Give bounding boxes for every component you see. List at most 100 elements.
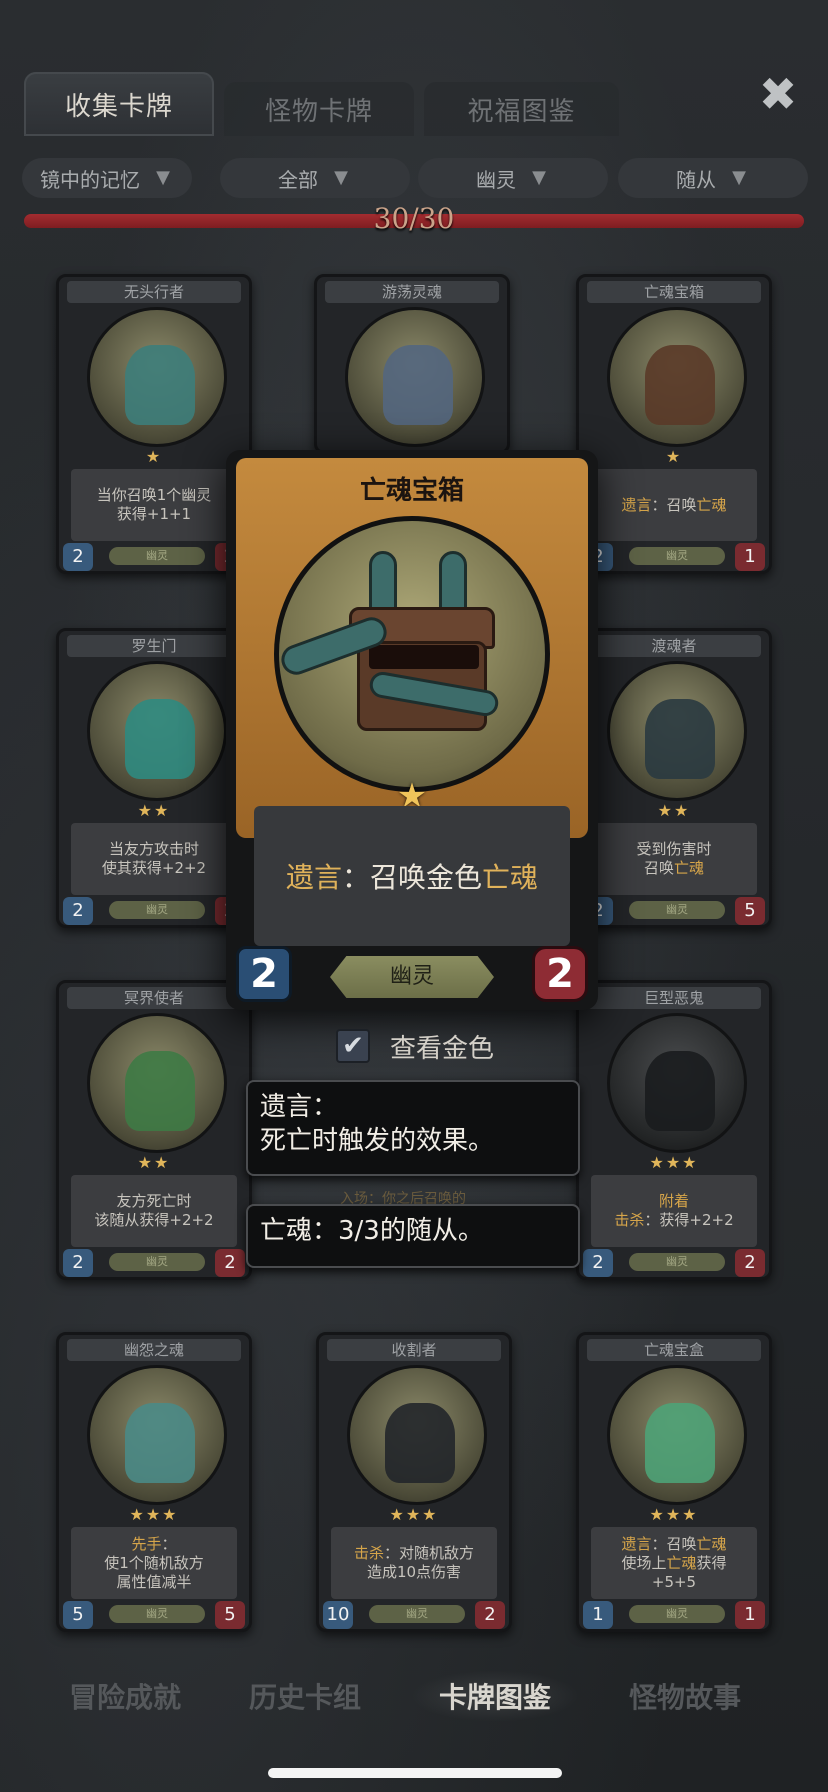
card-name: 巨型恶鬼 — [643, 989, 704, 1007]
tab-monster-cards[interactable]: 怪物卡牌 — [224, 82, 414, 136]
card-attack: 2 — [583, 1249, 613, 1277]
card-name: 渡魂者 — [651, 637, 697, 655]
card-health: 1 — [735, 543, 765, 571]
card-name: 罗生门 — [131, 637, 177, 655]
close-button[interactable]: ✖ — [754, 67, 802, 121]
card-type: 幽灵 — [109, 1253, 205, 1271]
nav-card-codex[interactable]: 卡牌图鉴 — [410, 1670, 580, 1722]
card-description: 当友方攻击时 使其获得+2+2 — [71, 823, 237, 895]
keyword-soul: 亡魂 — [696, 1534, 727, 1553]
card-name: 冥界使者 — [123, 989, 184, 1007]
filter-minion[interactable]: 随从 ▼ — [618, 158, 808, 198]
card-type: 幽灵 — [109, 901, 205, 919]
keyword-attach: 附着 — [658, 1192, 689, 1210]
card-name: 无头行者 — [123, 283, 184, 301]
tab-blessing-codex[interactable]: 祝福图鉴 — [424, 82, 619, 136]
view-gold-toggle[interactable]: ✔ 查看金色 — [336, 1026, 494, 1066]
card-resentful-soul[interactable]: 幽怨之魂 ★★★ 先手： 使1个随机敌方 属性值减半 幽灵 5 5 — [56, 1332, 252, 1632]
card-soul-ferryman[interactable]: 渡魂者 ★★ 受到伤害时 召唤亡魂 幽灵 2 5 — [576, 628, 772, 928]
card-description: 先手： 使1个随机敌方 属性值减半 — [71, 1527, 237, 1599]
keyword-deathrattle: 遗言 — [621, 495, 652, 514]
tooltip-deathrattle: 遗言： 死亡时触发的效果。 — [246, 1080, 580, 1176]
filter-memory[interactable]: 镜中的记忆 ▼ — [22, 158, 192, 198]
card-description: 附着 击杀：获得+2+2 — [591, 1175, 757, 1247]
nav-monster-stories[interactable]: 怪物故事 — [600, 1670, 770, 1722]
desc-text: ：获得+2+2 — [644, 1211, 734, 1229]
tooltip-title: 遗言： — [260, 1092, 339, 1122]
popup-card-type: 幽灵 — [330, 956, 494, 998]
card-health: 2 — [475, 1601, 505, 1629]
card-rashomon[interactable]: 罗生门 ★★ 当友方攻击时 使其获得+2+2 幽灵 2 2 — [56, 628, 252, 928]
tab-collect-cards[interactable]: 收集卡牌 — [24, 72, 214, 136]
card-type: 幽灵 — [629, 1253, 725, 1271]
card-portrait — [87, 307, 227, 447]
card-portrait — [607, 1013, 747, 1153]
chevron-down-icon: ▼ — [334, 167, 348, 188]
chevron-down-icon: ▼ — [732, 167, 746, 188]
card-name: 幽怨之魂 — [123, 1341, 184, 1359]
tooltip-soul: 亡魂：3/3的随从。 — [246, 1204, 580, 1268]
card-detail-popup[interactable]: 亡魂宝箱 ★ 遗言 ：召唤金色 亡魂 幽灵 2 2 — [226, 450, 598, 1010]
popup-card-description: 遗言 ：召唤金色 亡魂 — [254, 806, 570, 946]
card-portrait — [87, 1365, 227, 1505]
keyword-first-strike: 先手 — [131, 1534, 162, 1553]
card-type: 幽灵 — [369, 1605, 465, 1623]
card-portrait — [87, 1013, 227, 1153]
filter-label: 随从 — [676, 167, 716, 192]
card-stars: ★★★ — [649, 1153, 699, 1172]
card-portrait — [347, 1365, 487, 1505]
card-wandering-soul[interactable]: 游荡灵魂 — [314, 274, 510, 454]
card-attack: 2 — [63, 1249, 93, 1277]
card-health: 1 — [735, 1601, 765, 1629]
nav-achievements[interactable]: 冒险成就 — [40, 1670, 210, 1722]
keyword-soul: 亡魂 — [673, 859, 704, 877]
keyword-kill: 击杀 — [614, 1211, 645, 1229]
close-icon: ✖ — [758, 67, 798, 121]
desc-text: ：召唤 — [651, 495, 697, 514]
card-desc-text: 当你召唤1个幽灵 获得+1+1 — [96, 486, 212, 523]
card-stars: ★★★ — [129, 1505, 179, 1524]
card-description: 友方死亡时 该随从获得+2+2 — [71, 1175, 237, 1247]
tooltip-body: 亡魂：3/3的随从。 — [260, 1216, 484, 1246]
keyword-soul[interactable]: 亡魂 — [482, 856, 538, 896]
chevron-down-icon: ▼ — [532, 167, 546, 188]
card-stars: ★★★ — [389, 1505, 439, 1524]
card-type: 幽灵 — [109, 1605, 205, 1623]
card-description: 遗言：召唤亡魂 使场上亡魂获得 +5+5 — [591, 1527, 757, 1599]
keyword-soul: 亡魂 — [666, 1553, 697, 1572]
filter-all[interactable]: 全部 ▼ — [220, 158, 410, 198]
chevron-down-icon: ▼ — [156, 167, 170, 188]
card-portrait — [607, 307, 747, 447]
home-indicator[interactable] — [268, 1768, 562, 1778]
card-name: 亡魂宝盒 — [643, 1341, 704, 1359]
card-type: 幽灵 — [629, 547, 725, 565]
card-attack: 5 — [63, 1601, 93, 1629]
card-name: 游荡灵魂 — [381, 283, 442, 301]
card-attack: 2 — [63, 897, 93, 925]
card-soul-chest[interactable]: 亡魂宝箱 ★ 遗言：召唤亡魂 幽灵 2 1 — [576, 274, 772, 574]
card-giant-demon[interactable]: 巨型恶鬼 ★★★ 附着 击杀：获得+2+2 幽灵 2 2 — [576, 980, 772, 1280]
popup-card-title: 亡魂宝箱 — [359, 476, 464, 506]
card-reaper[interactable]: 收割者 ★★★ 击杀：对随机敌方 造成10点伤害 幽灵 10 2 — [316, 1332, 512, 1632]
card-type: 幽灵 — [109, 547, 205, 565]
card-health: 2 — [215, 1249, 245, 1277]
keyword-kill: 击杀 — [353, 1544, 384, 1562]
filter-label: 全部 — [278, 167, 318, 192]
card-headless-walker[interactable]: 无头行者 ★ 当你召唤1个幽灵 获得+1+1 幽灵 2 2 — [56, 274, 252, 574]
card-soul-box[interactable]: 亡魂宝盒 ★★★ 遗言：召唤亡魂 使场上亡魂获得 +5+5 幽灵 1 1 — [576, 1332, 772, 1632]
filter-ghost[interactable]: 幽灵 ▼ — [418, 158, 608, 198]
popup-card-health: 2 — [532, 946, 588, 1002]
desc-text: 使场上 — [621, 1553, 667, 1572]
card-description: 当你召唤1个幽灵 获得+1+1 — [71, 469, 237, 541]
card-description: 受到伤害时 召唤亡魂 — [591, 823, 757, 895]
card-description: 击杀：对随机敌方 造成10点伤害 — [331, 1527, 497, 1599]
keyword-deathrattle: 遗言 — [621, 1534, 652, 1553]
card-portrait — [345, 307, 485, 447]
card-underworld-envoy[interactable]: 冥界使者 ★★ 友方死亡时 该随从获得+2+2 幽灵 2 2 — [56, 980, 252, 1280]
keyword-soul: 亡魂 — [696, 495, 727, 514]
card-attack: 10 — [323, 1601, 353, 1629]
nav-history-decks[interactable]: 历史卡组 — [220, 1670, 390, 1722]
popup-card-portrait — [274, 516, 550, 792]
keyword-deathrattle[interactable]: 遗言 — [286, 856, 342, 896]
checkmark-icon[interactable]: ✔ — [336, 1029, 370, 1063]
